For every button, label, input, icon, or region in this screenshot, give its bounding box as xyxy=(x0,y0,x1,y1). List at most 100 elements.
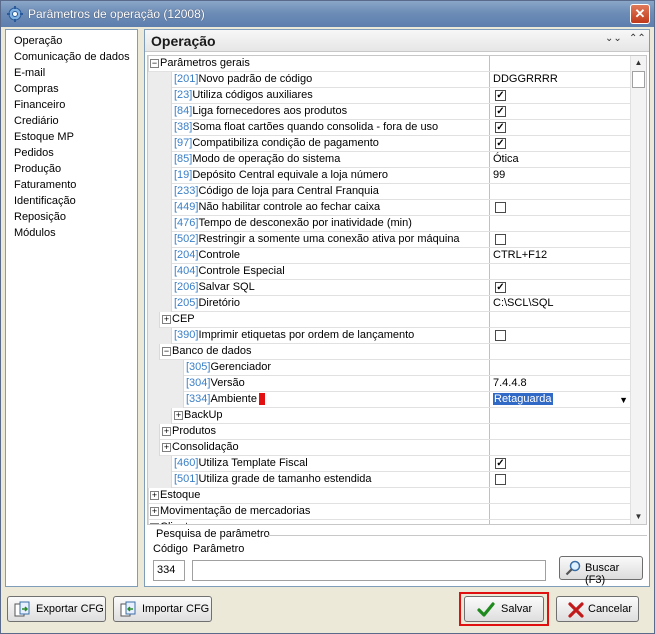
scroll-thumb[interactable] xyxy=(632,71,645,88)
sidebar-item[interactable]: Crediário xyxy=(14,113,137,129)
parameter-checkbox-cell[interactable] xyxy=(489,200,631,215)
parameter-checkbox-cell[interactable] xyxy=(489,328,631,343)
checked-checkbox[interactable]: ✓ xyxy=(495,106,506,117)
group-row[interactable]: +Cliente xyxy=(148,520,631,524)
expand-icon[interactable]: + xyxy=(162,426,171,436)
buscar-button[interactable]: Buscar (F3) xyxy=(559,556,643,586)
exportar-cfg-button[interactable]: Exportar CFG xyxy=(7,596,106,622)
sidebar-item[interactable]: Módulos xyxy=(14,225,137,241)
group-row[interactable]: − Parâmetros gerais xyxy=(148,56,631,72)
unchecked-checkbox[interactable] xyxy=(495,474,506,485)
expand-icon[interactable]: + xyxy=(150,506,159,516)
parameter-row[interactable]: [206]Salvar SQL ✓ xyxy=(148,280,631,296)
parameter-value[interactable] xyxy=(489,264,631,279)
parameter-checkbox-cell[interactable]: ✓ xyxy=(489,104,631,119)
group-row[interactable]: + Estoque xyxy=(148,488,631,504)
parameter-row[interactable]: [84]Liga fornecedores aos produtos ✓ xyxy=(148,104,631,120)
codigo-input[interactable]: 334 xyxy=(153,560,185,581)
parameter-value[interactable]: 99 xyxy=(489,168,631,183)
expand-icon[interactable]: + xyxy=(174,410,183,420)
expand-icon[interactable]: + xyxy=(162,314,171,324)
parameter-checkbox-cell[interactable] xyxy=(489,232,631,247)
parameter-row[interactable]: [390]Imprimir etiquetas por ordem de lan… xyxy=(148,328,631,344)
parameter-row[interactable]: [334]Ambiente Retaguarda ▼ xyxy=(148,392,631,408)
salvar-button[interactable]: Salvar xyxy=(464,596,544,622)
parameter-row[interactable]: [304]Versão 7.4.4.8 xyxy=(148,376,631,392)
dropdown-arrow-icon[interactable]: ▼ xyxy=(619,393,628,407)
parameter-row[interactable]: [233]Código de loja para Central Franqui… xyxy=(148,184,631,200)
ambiente-select[interactable]: Retaguarda ▼ xyxy=(489,392,631,407)
group-row[interactable]: + Produtos xyxy=(148,424,631,440)
parameter-row[interactable]: [19]Depósito Central equivale a loja núm… xyxy=(148,168,631,184)
checked-checkbox[interactable]: ✓ xyxy=(495,282,506,293)
checked-checkbox[interactable]: ✓ xyxy=(495,90,506,101)
parameter-row[interactable]: [205]Diretório C:\SCL\SQL xyxy=(148,296,631,312)
parameter-row[interactable]: [305]Gerenciador xyxy=(148,360,631,376)
parameter-checkbox-cell[interactable]: ✓ xyxy=(489,136,631,151)
sidebar-item[interactable]: Reposição xyxy=(14,209,137,225)
sidebar-item[interactable]: Pedidos xyxy=(14,145,137,161)
group-row[interactable]: + CEP xyxy=(148,312,631,328)
scroll-up-icon[interactable]: ▲ xyxy=(631,56,646,70)
parameter-row[interactable]: [204]Controle CTRL+F12 xyxy=(148,248,631,264)
parameter-row[interactable]: [97]Compatibiliza condição de pagamento ✓ xyxy=(148,136,631,152)
sidebar-item[interactable]: Comunicação de dados xyxy=(14,49,137,65)
parameter-value[interactable]: 7.4.4.8 xyxy=(489,376,631,391)
cancelar-button[interactable]: Cancelar xyxy=(556,596,639,622)
sidebar-item[interactable]: E-mail xyxy=(14,65,137,81)
unchecked-checkbox[interactable] xyxy=(495,234,506,245)
parameter-checkbox-cell[interactable]: ✓ xyxy=(489,120,631,135)
checked-checkbox[interactable]: ✓ xyxy=(495,138,506,149)
group-row[interactable]: + BackUp xyxy=(148,408,631,424)
parameter-checkbox-cell[interactable]: ✓ xyxy=(489,280,631,295)
parameter-row[interactable]: [449]Não habilitar controle ao fechar ca… xyxy=(148,200,631,216)
parameter-row[interactable]: [404]Controle Especial xyxy=(148,264,631,280)
parameter-row[interactable]: [460]Utiliza Template Fiscal ✓ xyxy=(148,456,631,472)
importar-cfg-button[interactable]: Importar CFG xyxy=(113,596,212,622)
parametro-input[interactable] xyxy=(192,560,546,581)
collapse-icon[interactable]: − xyxy=(150,58,159,68)
unchecked-checkbox[interactable] xyxy=(495,330,506,341)
export-icon xyxy=(14,601,30,617)
parameter-value[interactable]: C:\SCL\SQL xyxy=(489,296,631,311)
parameter-row[interactable]: [502]Restringir a somente uma conexão at… xyxy=(148,232,631,248)
group-row[interactable]: − Banco de dados xyxy=(148,344,631,360)
parameter-code: [19] xyxy=(174,169,193,181)
expand-icon[interactable]: + xyxy=(162,442,171,452)
parameter-checkbox-cell[interactable] xyxy=(489,472,631,487)
expand-icon[interactable]: + xyxy=(150,490,159,500)
collapse-icon[interactable]: − xyxy=(162,346,171,356)
sidebar-item[interactable]: Compras xyxy=(14,81,137,97)
checked-checkbox[interactable]: ✓ xyxy=(495,122,506,133)
parameter-row[interactable]: [23]Utiliza códigos auxiliares ✓ xyxy=(148,88,631,104)
sidebar-item[interactable]: Estoque MP xyxy=(14,129,137,145)
parameter-checkbox-cell[interactable]: ✓ xyxy=(489,456,631,471)
expand-icon[interactable]: + xyxy=(150,522,159,524)
parameter-value[interactable]: Ótica xyxy=(489,152,631,167)
scroll-down-icon[interactable]: ▼ xyxy=(631,510,646,524)
sidebar-item[interactable]: Produção xyxy=(14,161,137,177)
unchecked-checkbox[interactable] xyxy=(495,202,506,213)
parameter-row[interactable]: [38]Soma float cartões quando consolida … xyxy=(148,120,631,136)
parameter-row[interactable]: [85]Modo de operação do sistema Ótica xyxy=(148,152,631,168)
parameter-value[interactable]: CTRL+F12 xyxy=(489,248,631,263)
parameter-value[interactable]: DDGGRRRR xyxy=(489,72,631,87)
parameter-value[interactable] xyxy=(489,360,631,375)
parameter-value[interactable] xyxy=(489,216,631,231)
expand-all-icon[interactable]: ⌃⌃ xyxy=(629,33,646,47)
parameter-checkbox-cell[interactable]: ✓ xyxy=(489,88,631,103)
sidebar-item[interactable]: Identificação xyxy=(14,193,137,209)
group-row[interactable]: + Movimentação de mercadorias xyxy=(148,504,631,520)
collapse-all-icon[interactable]: ⌄⌄ xyxy=(605,33,622,47)
parameter-row[interactable]: [476]Tempo de desconexão por inatividade… xyxy=(148,216,631,232)
sidebar-item[interactable]: Faturamento xyxy=(14,177,137,193)
group-row[interactable]: + Consolidação xyxy=(148,440,631,456)
parameter-value[interactable] xyxy=(489,184,631,199)
parameter-row[interactable]: [501]Utiliza grade de tamanho estendida xyxy=(148,472,631,488)
vertical-scrollbar[interactable]: ▲ ▼ xyxy=(630,56,646,524)
sidebar-item[interactable]: Operação xyxy=(14,33,137,49)
checked-checkbox[interactable]: ✓ xyxy=(495,458,506,469)
parameter-row[interactable]: [201]Novo padrão de código DDGGRRRR xyxy=(148,72,631,88)
sidebar-item[interactable]: Financeiro xyxy=(14,97,137,113)
close-button[interactable]: ✕ xyxy=(630,4,650,24)
